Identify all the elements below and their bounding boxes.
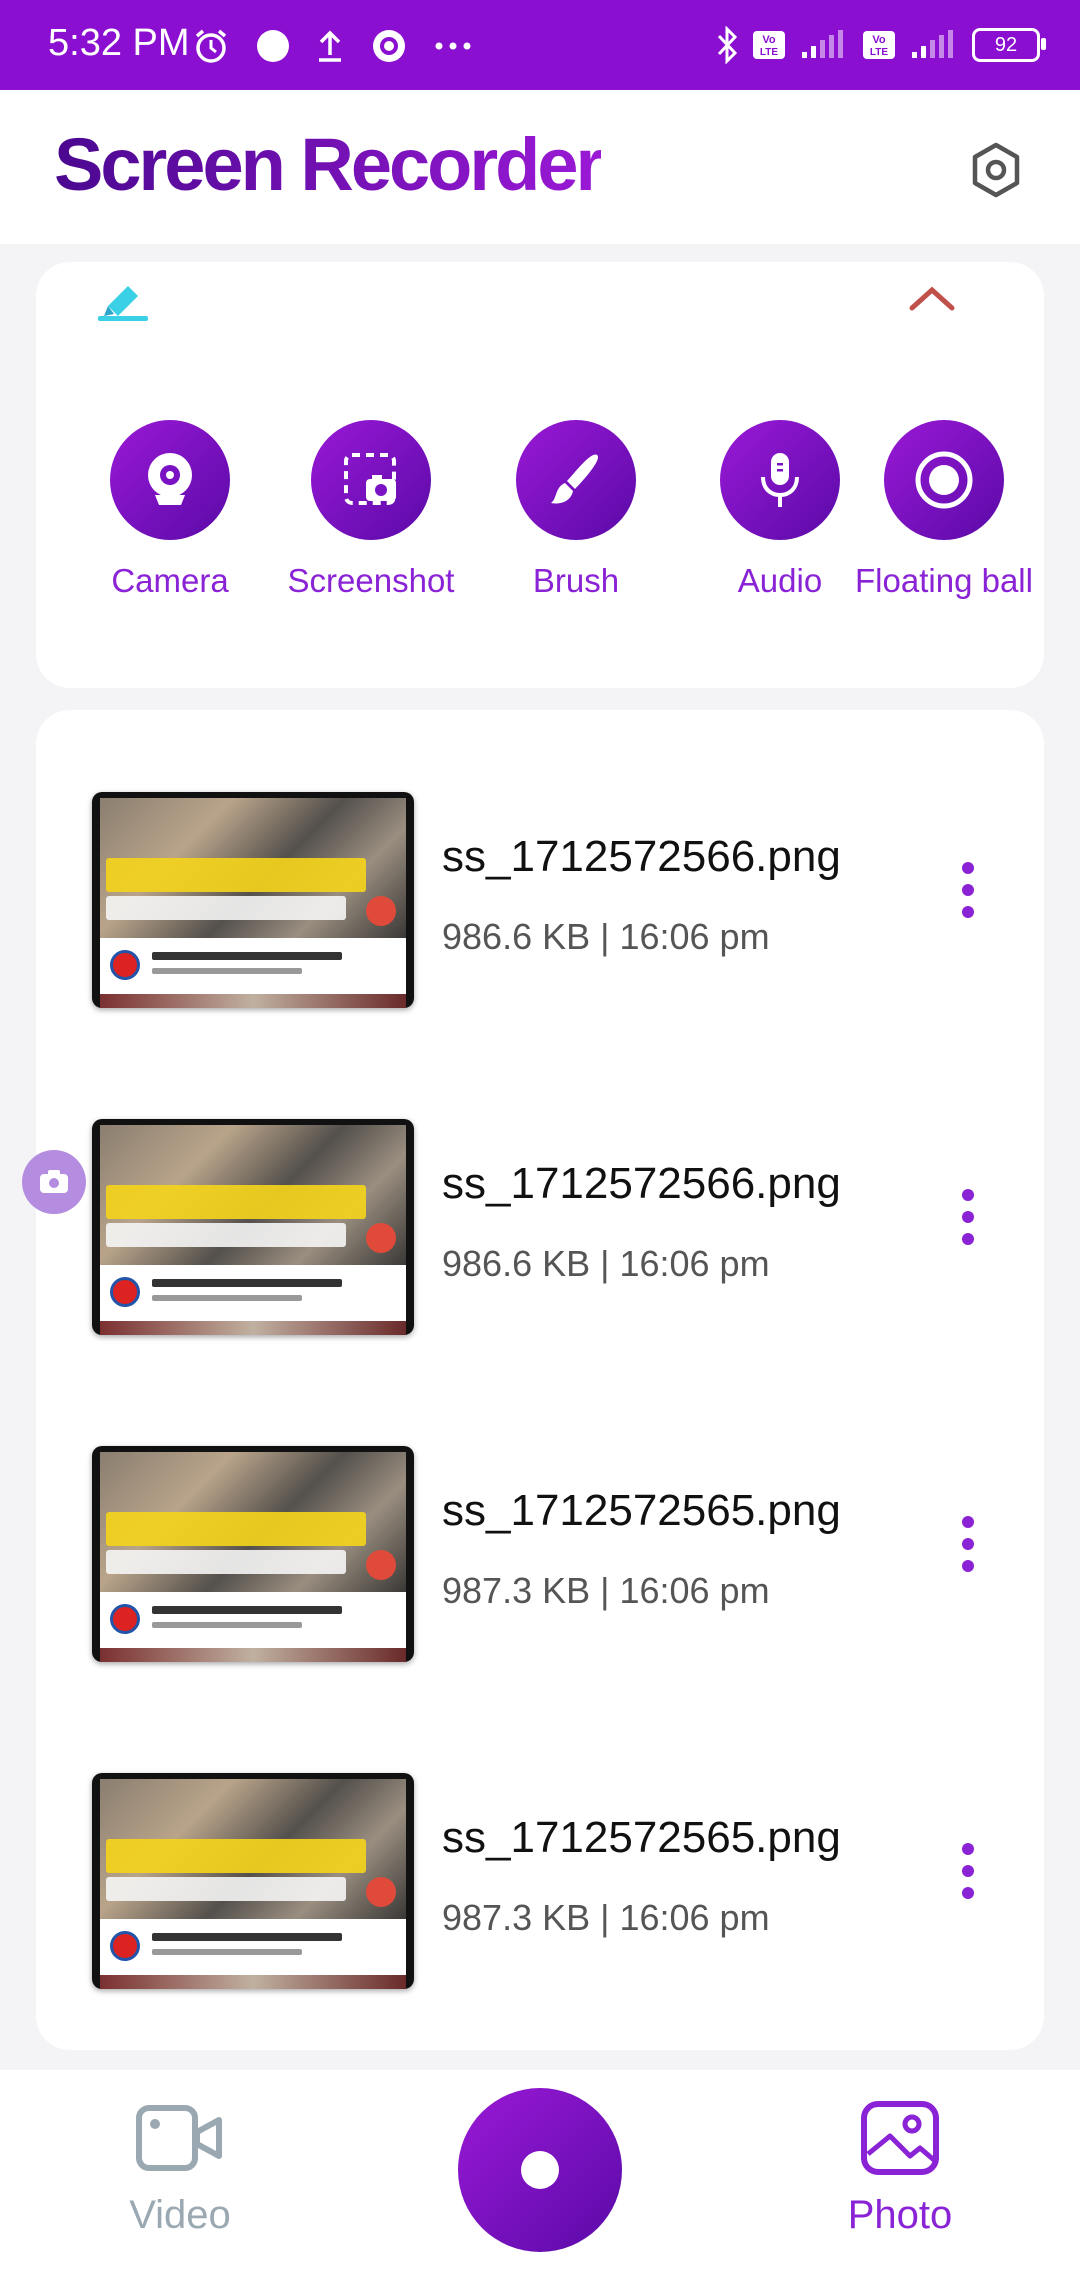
file-meta: 986.6 KB | 16:06 pm [442, 1243, 770, 1284]
settings-icon [972, 142, 1020, 198]
upload-icon [316, 29, 344, 63]
battery-icon: 92 [972, 28, 1046, 62]
svg-text:Vo: Vo [762, 34, 776, 46]
tools-card: Camera Screenshot Brush Audio Floating b… [36, 262, 1044, 688]
file-name: ss_1712572566.png [442, 832, 841, 881]
file-item[interactable]: ss_1712572566.png 986.6 KB | 16:06 pm [36, 1119, 1044, 1349]
svg-text:Vo: Vo [872, 34, 886, 46]
tool-label: Screenshot [287, 562, 455, 599]
microphone-icon [720, 420, 840, 540]
record-ring-icon [370, 27, 408, 65]
nav-video-label: Video [129, 2193, 231, 2237]
file-item[interactable]: ss_1712572565.png 987.3 KB | 16:06 pm [36, 1446, 1044, 1676]
video-camera-icon [136, 2105, 222, 2171]
bluetooth-icon [716, 26, 738, 64]
file-thumbnail[interactable] [92, 1119, 414, 1335]
more-vert-icon [962, 1516, 974, 1572]
volte-icon: Vo LTE [862, 30, 896, 60]
floating-record-ball[interactable] [22, 1150, 86, 1214]
floating-ball-icon [884, 420, 1004, 540]
more-options-button[interactable] [950, 1514, 986, 1574]
tool-brush[interactable]: Brush [476, 420, 676, 600]
camera-icon [40, 1170, 68, 1193]
more-vert-icon [962, 1189, 974, 1245]
files-card: ss_1712572566.png 986.6 KB | 16:06 pm ss… [36, 710, 1044, 2050]
signal-icon [800, 30, 848, 60]
nav-photo-label: Photo [847, 2193, 953, 2237]
brush-icon [516, 420, 636, 540]
alarm-icon [192, 27, 230, 65]
file-thumbnail[interactable] [92, 1773, 414, 1989]
tool-label: Floating ball [855, 562, 1033, 599]
app-header: Screen Recorder [0, 90, 1080, 244]
tool-label: Camera [111, 562, 229, 599]
status-icons-right: Vo LTE Vo LTE 92 [716, 20, 1046, 70]
tool-floating-ball[interactable]: Floating ball [844, 420, 1044, 600]
status-bar: 5:32 PM Vo LTE Vo LTE 92 [0, 0, 1080, 90]
file-name: ss_1712572566.png [442, 1159, 841, 1208]
file-thumbnail[interactable] [92, 1446, 414, 1662]
file-meta: 987.3 KB | 16:06 pm [442, 1570, 770, 1611]
nav-photo[interactable]: Photo [800, 2098, 1000, 2238]
collapse-button[interactable] [908, 284, 956, 319]
more-options-button[interactable] [950, 1841, 986, 1901]
more-dots-icon [434, 41, 472, 51]
more-options-button[interactable] [950, 1187, 986, 1247]
bottom-nav: Video Photo [0, 2070, 1080, 2291]
circle-icon [256, 29, 290, 63]
file-meta: 986.6 KB | 16:06 pm [442, 916, 770, 957]
svg-text:LTE: LTE [870, 47, 888, 58]
more-vert-icon [962, 1843, 974, 1899]
chevron-up-icon [909, 286, 955, 311]
file-name: ss_1712572565.png [442, 1486, 841, 1535]
tool-label: Brush [532, 562, 620, 599]
svg-text:LTE: LTE [760, 47, 778, 58]
image-gallery-icon [861, 2101, 939, 2175]
record-button[interactable] [458, 2088, 622, 2252]
app-title: Screen Recorder [54, 123, 604, 206]
file-item[interactable]: ss_1712572566.png 986.6 KB | 16:06 pm [36, 792, 1044, 1022]
file-name: ss_1712572565.png [442, 1813, 841, 1862]
nav-video[interactable]: Video [80, 2098, 280, 2238]
record-dot-icon [521, 2151, 559, 2189]
volte-icon: Vo LTE [752, 30, 786, 60]
status-icons-left [192, 22, 472, 70]
file-meta: 987.3 KB | 16:06 pm [442, 1897, 770, 1938]
signal-icon [910, 30, 958, 60]
tool-screenshot[interactable]: Screenshot [271, 420, 471, 600]
screenshot-icon [311, 420, 431, 540]
file-item[interactable]: ss_1712572565.png 987.3 KB | 16:06 pm [36, 1773, 1044, 2003]
tool-camera[interactable]: Camera [70, 420, 270, 600]
status-time: 5:32 PM [48, 22, 190, 64]
more-options-button[interactable] [950, 860, 986, 920]
file-thumbnail[interactable] [92, 792, 414, 1008]
webcam-icon [110, 420, 230, 540]
more-vert-icon [962, 862, 974, 918]
pen-edit-icon[interactable] [94, 278, 154, 327]
settings-button[interactable] [966, 140, 1026, 200]
